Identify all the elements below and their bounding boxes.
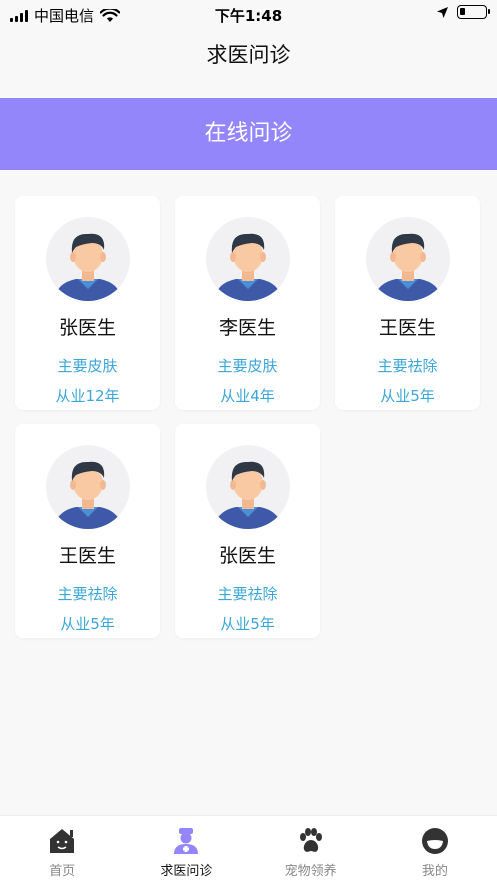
home-icon [50,829,75,853]
online-consult-banner[interactable]: 在线问诊 [0,98,497,170]
profile-icon [421,828,448,854]
doctor-avatar [206,445,290,529]
tab-pet-adoption-label: 宠物领养 [284,864,337,879]
doctor-name: 王医生 [58,545,116,567]
doctor-name: 张医生 [58,317,116,339]
doctor-card[interactable]: 张医生主要皮肤从业12年 [15,196,160,410]
doctor-avatar [46,217,130,301]
doctor-experience: 从业5年 [220,615,275,633]
tab-home-label: 首页 [49,864,76,879]
tab-doctor-label: 求医问诊 [160,864,213,879]
doctor-card[interactable]: 张医生主要祛除从业5年 [175,424,320,638]
tab-pet-adoption[interactable]: 宠物领养 [249,816,373,884]
doctor-specialty: 主要皮肤 [57,357,118,375]
doctor-specialty: 主要祛除 [57,585,118,603]
location-arrow-icon [437,6,448,18]
status-right [436,5,490,19]
doctor-card[interactable]: 王医生主要祛除从业5年 [335,196,480,410]
doctor-specialty: 主要祛除 [217,585,278,603]
status-bar: 中国电信 下午1:48 [0,0,497,28]
tab-doctor[interactable]: 求医问诊 [124,816,248,884]
doctor-experience: 从业5年 [380,387,435,405]
doctor-avatar [46,445,130,529]
doctor-avatar [206,217,290,301]
doctor-card[interactable]: 王医生主要祛除从业5年 [15,424,160,638]
doctor-experience: 从业5年 [60,615,115,633]
tab-profile[interactable]: 我的 [373,816,497,884]
doctor-name: 张医生 [218,545,276,567]
doctor-icon [174,828,199,854]
doctor-experience: 从业4年 [220,387,275,405]
doctor-card[interactable]: 李医生主要皮肤从业4年 [175,196,320,410]
paw-icon [299,828,322,852]
doctor-name: 李医生 [218,317,276,339]
doctor-avatar [366,217,450,301]
doctor-specialty: 主要皮肤 [217,357,278,375]
tab-bar: 首页 求医问诊 宠物领养 我的 [0,815,497,884]
status-time: 下午1:48 [214,7,283,25]
tab-profile-label: 我的 [421,864,448,879]
doctor-name: 王医生 [378,317,436,339]
doctor-specialty: 主要祛除 [377,357,438,375]
battery-icon [457,5,490,19]
doctor-experience: 从业12年 [55,387,120,405]
tab-home[interactable]: 首页 [0,816,124,884]
page-title: 求医问诊 [206,43,291,67]
